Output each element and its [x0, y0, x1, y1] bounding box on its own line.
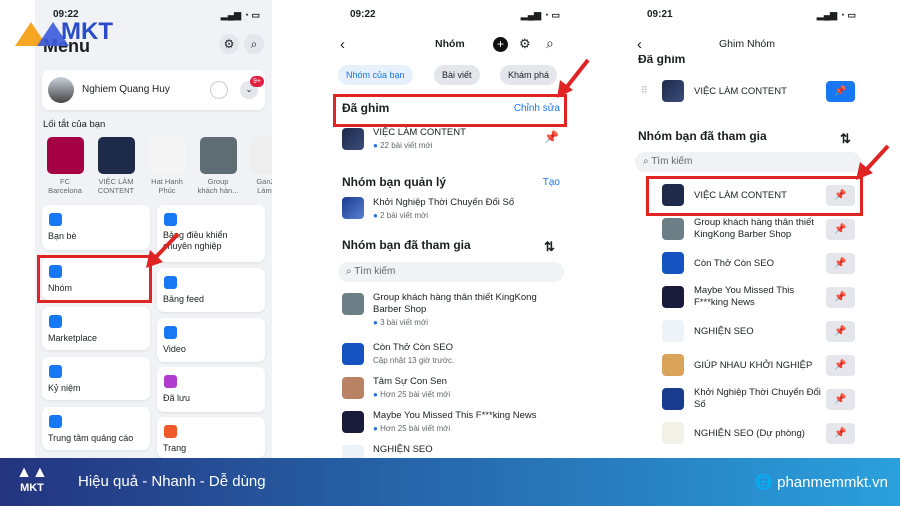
annotation-arrows	[146, 58, 890, 268]
globe-icon: 🌐	[754, 474, 773, 491]
footer-banner: ▲▲ MKT Hiệu quả - Nhanh - Dễ dùng 🌐 phanm…	[0, 458, 900, 506]
slogan: Hiệu quả - Nhanh - Dễ dùng	[78, 473, 266, 490]
footer-logo: ▲▲ MKT	[16, 464, 48, 494]
website-link[interactable]: 🌐 phanmemmkt.vn	[754, 473, 888, 491]
